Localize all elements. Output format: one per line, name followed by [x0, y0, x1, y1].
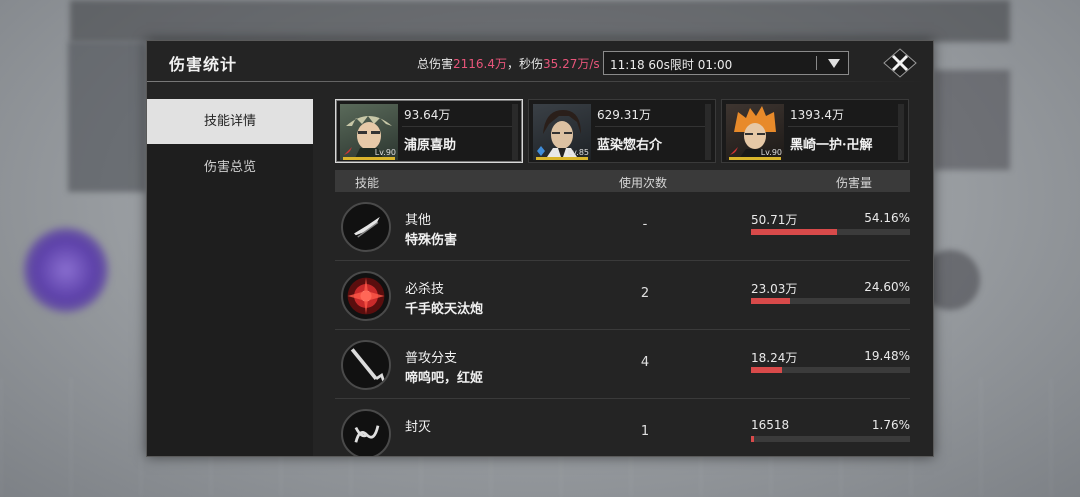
bg-skill-orb: [24, 228, 108, 312]
level-bar: [343, 157, 395, 160]
damage-bar: [751, 436, 910, 442]
skill-name: 千手皎天汰炮: [405, 302, 484, 317]
skill-uses: -: [642, 217, 648, 232]
time-filter-value: 11:18 60s限时 01:00: [610, 58, 733, 72]
character-name: 黑崎一护·卍解: [790, 138, 873, 153]
card-edge: [512, 104, 518, 160]
damage-bar-fill: [751, 298, 791, 304]
card-divider: [402, 126, 518, 127]
title-divider: [147, 81, 927, 82]
character-level: Lv.90: [760, 148, 782, 157]
dps-value: 35.27万/s: [543, 57, 600, 71]
skill-uses: 2: [640, 286, 650, 301]
skill-category: 必杀技: [405, 282, 445, 297]
element-mark-icon: [344, 147, 352, 155]
skill-name: 特殊伤害: [405, 233, 458, 248]
skill-damage-percent: 19.48%: [864, 349, 910, 363]
card-divider: [788, 126, 904, 127]
damage-bar: [751, 298, 910, 304]
table-row: 封灭 1 16518 1.76%: [335, 400, 910, 456]
card-edge: [705, 104, 711, 160]
damage-bar: [751, 367, 910, 373]
character-ichigo-portrait: Lv.90: [726, 104, 784, 160]
close-button[interactable]: [883, 48, 917, 78]
table-row: 其他 特殊伤害 - 50.71万 54.16%: [335, 193, 910, 261]
character-card-aizen[interactable]: Lv.85 629.31万 蓝染惣右介: [528, 99, 716, 163]
close-icon: [883, 48, 917, 78]
seal-skill-icon: [341, 409, 391, 456]
character-urahara-portrait: Lv.90: [340, 104, 398, 160]
time-filter-dropdown[interactable]: 11:18 60s限时 01:00: [603, 51, 849, 75]
character-level: Lv.90: [374, 148, 396, 157]
skill-name: 啼鸣吧，红姬: [405, 371, 484, 386]
side-tabs: 技能详情 伤害总览: [147, 99, 313, 456]
skill-uses: 4: [640, 355, 650, 370]
character-damage: 629.31万: [597, 108, 651, 122]
skill-damage: 16518: [751, 418, 790, 432]
element-mark-icon: [537, 146, 545, 156]
header-uses: 使用次数: [619, 176, 668, 190]
bg-right-hud: [934, 70, 1010, 170]
character-aizen-portrait: Lv.85: [533, 104, 591, 160]
skill-table-header: 技能 使用次数 伤害量: [335, 170, 910, 192]
slash-skill-icon: [341, 202, 391, 252]
damage-bar-fill: [751, 229, 838, 235]
character-damage: 93.64万: [404, 108, 451, 122]
red-burst-skill-icon: [341, 271, 391, 321]
character-level: Lv.85: [567, 148, 589, 157]
table-row: 必杀技 千手皎天汰炮 2 23.03万 24.60%: [335, 262, 910, 330]
bg-top-hud: [70, 0, 1010, 42]
character-damage: 1393.4万: [790, 108, 844, 122]
character-name: 蓝染惣右介: [597, 138, 663, 153]
level-bar: [536, 157, 588, 160]
character-name: 浦原喜助: [404, 138, 457, 153]
header-damage: 伤害量: [836, 176, 873, 190]
panel-title: 伤害统计: [169, 55, 238, 74]
chevron-down-icon: [828, 59, 840, 68]
damage-bar-fill: [751, 367, 782, 373]
skill-category: 普攻分支: [405, 351, 458, 366]
dropdown-divider: [816, 56, 817, 70]
damage-bar-fill: [751, 436, 755, 442]
element-mark-icon: [730, 147, 738, 155]
tab-skill-details[interactable]: 技能详情: [147, 99, 313, 144]
dps-label: ，秒伤: [507, 57, 544, 71]
damage-stats-panel: 伤害统计 总伤害2116.4万，秒伤35.27万/s 11:18 60s限时 0…: [146, 40, 934, 457]
skill-damage: 18.24万: [751, 351, 798, 365]
skill-damage-percent: 54.16%: [864, 211, 910, 225]
level-bar: [729, 157, 781, 160]
skill-damage: 23.03万: [751, 282, 798, 296]
skill-uses: 1: [640, 424, 650, 439]
card-edge: [898, 104, 904, 160]
header-skill: 技能: [355, 176, 380, 190]
damage-summary: 总伤害2116.4万，秒伤35.27万/s: [417, 55, 600, 72]
skill-damage: 50.71万: [751, 213, 798, 227]
panel-header: 伤害统计 总伤害2116.4万，秒伤35.27万/s 11:18 60s限时 0…: [147, 41, 933, 83]
card-divider: [595, 126, 711, 127]
bg-left-hud: [68, 42, 146, 192]
skill-damage-percent: 1.76%: [871, 418, 910, 432]
skill-category: 封灭: [405, 420, 432, 435]
character-card-urahara[interactable]: Lv.90 93.64万 浦原喜助: [335, 99, 523, 163]
damage-bar: [751, 229, 910, 235]
total-damage-label: 总伤害: [417, 57, 454, 71]
tab-damage-overview[interactable]: 伤害总览: [147, 145, 313, 190]
skill-category: 其他: [405, 213, 432, 228]
character-card-ichigo[interactable]: Lv.90 1393.4万 黑崎一护·卍解: [721, 99, 909, 163]
total-damage-value: 2116.4万: [453, 57, 508, 71]
cane-sword-skill-icon: [341, 340, 391, 390]
skill-damage-percent: 24.60%: [864, 280, 910, 294]
table-row: 普攻分支 啼鸣吧，红姬 4 18.24万 19.48%: [335, 331, 910, 399]
